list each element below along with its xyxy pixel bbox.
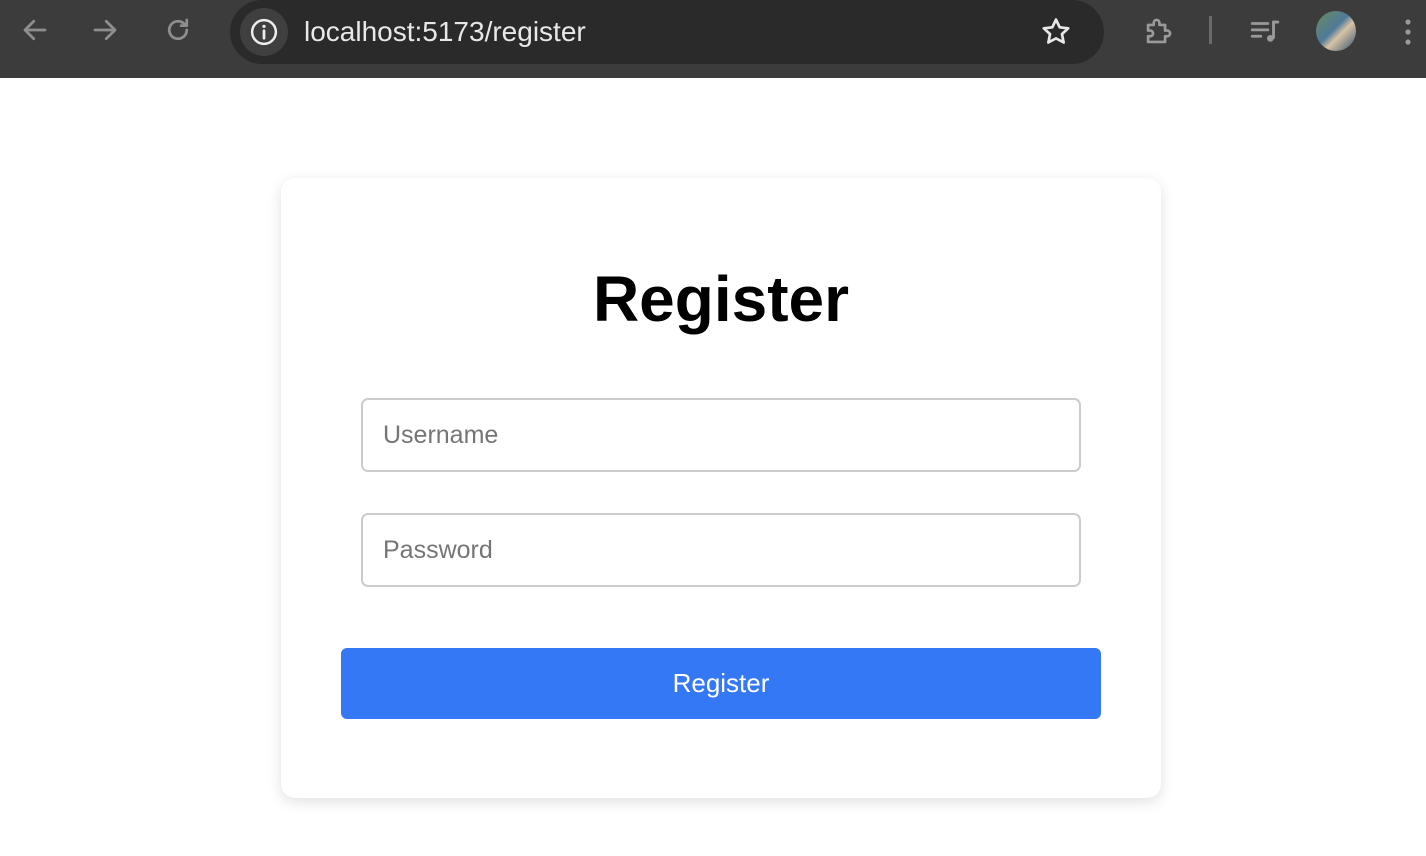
- address-bar[interactable]: localhost:5173/register: [230, 0, 1104, 64]
- kebab-menu-icon: [1405, 19, 1411, 45]
- url-text[interactable]: localhost:5173/register: [304, 14, 586, 50]
- register-card: Register Register: [281, 178, 1161, 798]
- site-info-button[interactable]: [240, 8, 288, 56]
- register-button[interactable]: Register: [341, 648, 1101, 719]
- arrow-left-icon: [23, 19, 47, 41]
- reload-button[interactable]: [162, 14, 194, 46]
- extensions-button[interactable]: [1138, 12, 1178, 52]
- back-button[interactable]: [19, 14, 51, 46]
- star-icon: [1042, 18, 1070, 44]
- toolbar-divider: [1209, 16, 1212, 44]
- page-title: Register: [592, 263, 850, 335]
- media-controls-button[interactable]: [1245, 12, 1285, 52]
- browser-menu-button[interactable]: [1392, 12, 1424, 52]
- browser-toolbar: localhost:5173/register: [0, 0, 1426, 78]
- reload-icon: [167, 18, 189, 41]
- username-input[interactable]: [361, 398, 1081, 472]
- puzzle-icon: [1146, 18, 1172, 44]
- info-icon: [250, 18, 278, 46]
- arrow-right-icon: [93, 19, 117, 41]
- page-content: Register Register: [0, 78, 1426, 856]
- bookmark-button[interactable]: [1036, 12, 1076, 52]
- password-input[interactable]: [361, 513, 1081, 587]
- avatar[interactable]: [1316, 11, 1356, 51]
- media-queue-icon: [1250, 20, 1280, 42]
- forward-button[interactable]: [89, 14, 121, 46]
